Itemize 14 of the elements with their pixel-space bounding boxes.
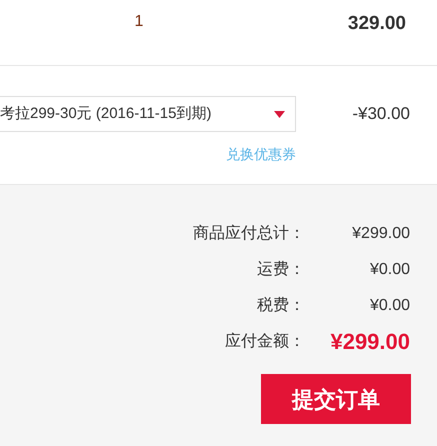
summary-label: 运费： (256, 260, 305, 280)
total-amount: ¥299.00 (329, 328, 410, 356)
summary-value: ¥299.00 (351, 224, 410, 244)
summary-value: ¥0.00 (368, 296, 410, 316)
quantity: 1 (134, 12, 144, 32)
summary-label: 税费： (256, 296, 305, 316)
summary-label: 应付金额： (224, 332, 305, 352)
summary-value: ¥0.00 (368, 260, 410, 280)
summary-label: 商品应付总计： (192, 224, 305, 244)
coupon-dropdown[interactable]: 考拉299-30元 (2016-11-15到期) (0, 96, 296, 132)
item-subtotal: 329.00 (348, 12, 406, 36)
caret-icon (274, 110, 285, 118)
submit-order-button[interactable]: 提交订单 (261, 374, 411, 424)
coupon-discount: -¥30.00 (352, 103, 410, 126)
